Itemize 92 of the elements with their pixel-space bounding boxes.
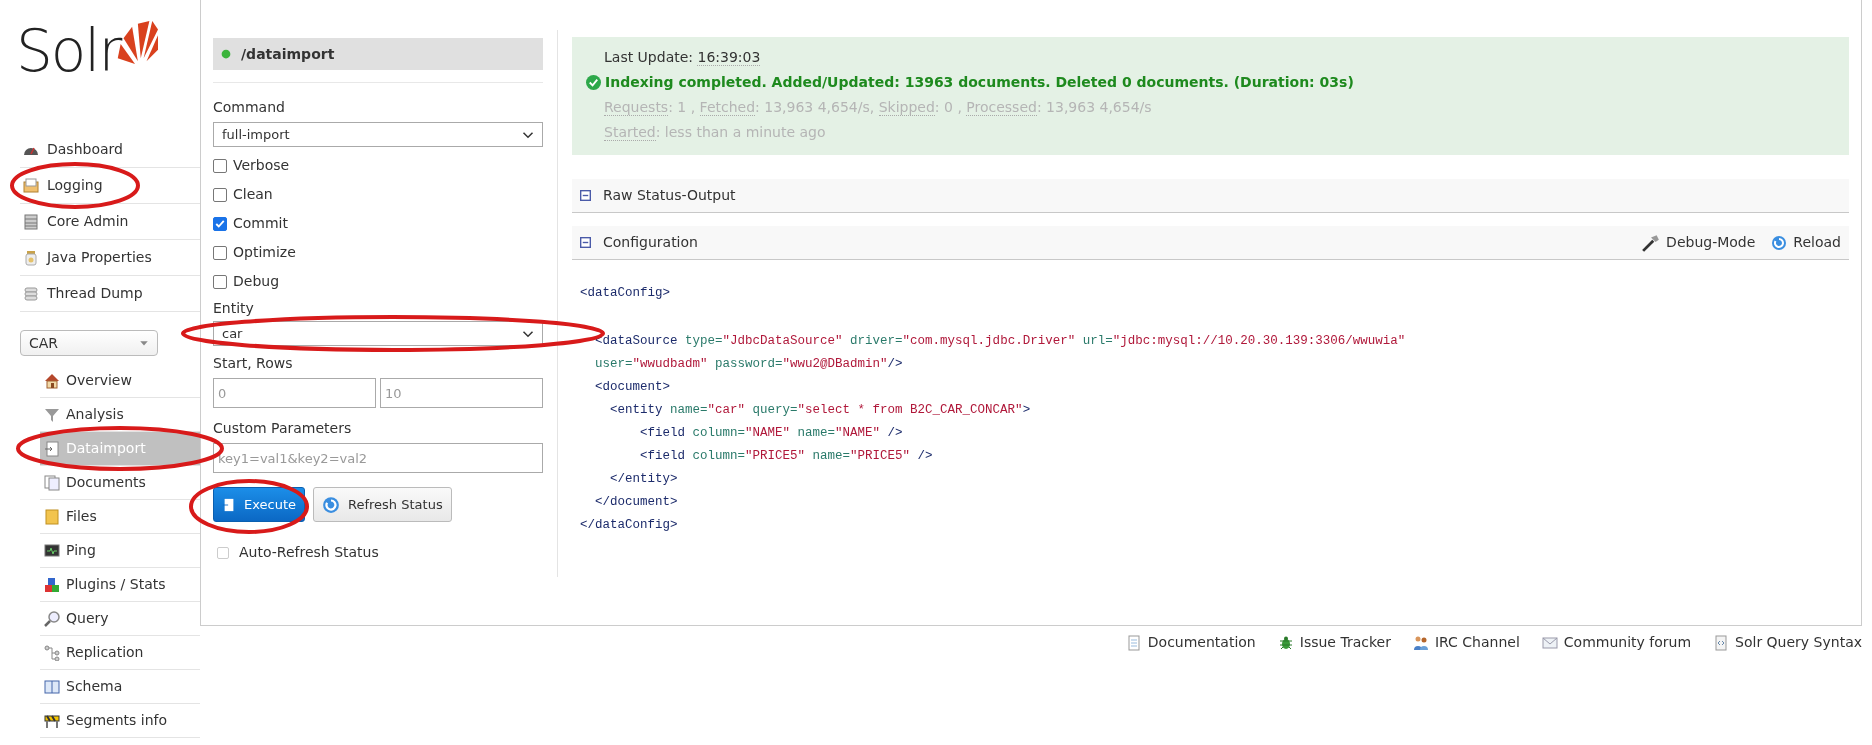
book-icon	[44, 678, 60, 695]
sidebar-item[interactable]: Dashboard	[20, 132, 200, 168]
sidebar-item[interactable]: Core Admin	[20, 204, 200, 240]
footer-link[interactable]: Documentation	[1125, 632, 1256, 653]
core-menu-item[interactable]: Replication	[40, 636, 200, 670]
check-circle-icon	[586, 75, 601, 90]
sidebar-item[interactable]: Thread Dump	[20, 276, 200, 312]
command-select[interactable]: full-import	[213, 122, 543, 147]
custom-parameters-field[interactable]: key1=val1&key2=val2	[213, 443, 543, 473]
code-line: </document>	[594, 494, 679, 511]
checkbox[interactable]	[213, 216, 227, 231]
last-update-text: Last Update: 16:39:03	[603, 48, 762, 68]
status-dot-icon	[221, 49, 231, 59]
core-menu-item[interactable]: Query	[40, 602, 200, 636]
nodes-icon	[44, 644, 60, 661]
core-selector[interactable]: CAR	[20, 330, 158, 356]
logo-text: Solr	[16, 22, 121, 80]
code-line: </dataConfig>	[580, 517, 679, 534]
reload-link[interactable]: Reload	[1771, 232, 1841, 253]
jar-icon	[23, 249, 39, 266]
code-line: <field column="NAME" name="NAME" />	[639, 425, 904, 442]
field-label: Start, Rows	[213, 354, 294, 373]
barrier-icon	[44, 712, 60, 729]
stack-icon	[23, 285, 39, 302]
folder-icon	[44, 508, 60, 525]
code-line: <entity name="car" query="select * from B2C_CAR_CONCAR">	[609, 402, 1032, 419]
checkbox-label: Auto-Refresh Status	[239, 543, 379, 562]
hammer-icon	[1642, 233, 1661, 252]
refresh-icon	[322, 495, 340, 514]
blocks-icon	[44, 576, 60, 593]
code-line: <dataSource type="JdbcDataSource" driver="com.mysql.jdbc.Driver" url="jdbc:mysql://10.20.30.139:3306/wwuwia"	[594, 333, 1407, 350]
collapse-icon	[580, 237, 591, 248]
document-icon	[222, 496, 236, 513]
refresh-button[interactable]: Refresh Status	[313, 487, 452, 522]
rows-field[interactable]: 10	[380, 378, 543, 408]
envelope-icon	[1541, 634, 1558, 651]
field-label: Entity	[213, 299, 255, 318]
server-icon	[23, 213, 39, 230]
code-line: </entity>	[609, 471, 679, 488]
checkbox-label: Clean	[233, 185, 273, 204]
checkbox[interactable]	[217, 546, 229, 559]
collapse-icon	[580, 190, 591, 201]
checkbox[interactable]	[213, 274, 227, 289]
checkbox-label: Commit	[233, 214, 288, 233]
checkbox[interactable]	[213, 245, 227, 260]
bug-icon	[1277, 634, 1294, 651]
refresh-icon	[1771, 234, 1788, 251]
code-document-icon	[1713, 634, 1730, 651]
section-header[interactable]: Raw Status-Output	[572, 179, 1849, 213]
caret-icon	[139, 338, 149, 348]
monitor-icon	[44, 542, 60, 559]
footer-link[interactable]: Community forum	[1541, 632, 1692, 653]
core-menu-item[interactable]: Ping	[40, 534, 200, 568]
section-header[interactable]: Configuration Debug-Mode Reload	[572, 226, 1849, 260]
document-import-icon	[44, 440, 60, 457]
footer-link[interactable]: Issue Tracker	[1277, 632, 1391, 653]
code-line: <dataConfig>	[580, 285, 671, 302]
code-line: user="wwudbadm" password="wwu2@DBadmin"/>	[594, 356, 904, 373]
code-line: <document>	[594, 379, 671, 396]
checkbox-label: Debug	[233, 272, 280, 291]
stats-text: Requests: 1 , Fetched: 13,963 4,654/s, Skipped: 0 , Processed: 13,963 4,654/s	[603, 98, 1153, 118]
code-line: <field column="PRICE5" name="PRICE5" />	[639, 448, 934, 465]
execute-button[interactable]: Execute	[213, 487, 305, 522]
start-field[interactable]: 0	[213, 378, 376, 408]
started-text: Started: less than a minute ago	[603, 123, 827, 143]
document-icon	[1125, 634, 1142, 651]
people-icon	[1412, 634, 1429, 651]
entity-select[interactable]: car	[213, 321, 543, 346]
sidebar-item[interactable]: Logging	[20, 168, 200, 204]
documents-icon	[44, 474, 60, 491]
footer-link[interactable]: IRC Channel	[1412, 632, 1520, 653]
funnel-icon	[44, 406, 60, 423]
inbox-icon	[23, 177, 39, 194]
house-icon	[44, 372, 60, 389]
field-label: Command	[213, 98, 286, 117]
checkbox-label: Verbose	[233, 156, 290, 175]
debug-mode-link[interactable]: Debug-Mode	[1642, 232, 1756, 253]
core-menu-item[interactable]: Documents	[40, 466, 200, 500]
checkbox[interactable]	[213, 187, 227, 202]
core-menu-item[interactable]: Files	[40, 500, 200, 534]
core-menu-item[interactable]: Schema	[40, 670, 200, 704]
sidebar-item[interactable]: Java Properties	[20, 240, 200, 276]
footer-link[interactable]: Solr Query Syntax	[1713, 632, 1862, 653]
field-label: Custom Parameters	[213, 419, 353, 438]
core-menu-item[interactable]: Segments info	[40, 704, 200, 738]
magnifier-icon	[44, 610, 60, 627]
checkbox-label: Optimize	[233, 243, 296, 262]
core-menu-item[interactable]: Overview	[40, 364, 200, 398]
handler-title: /dataimport	[241, 44, 335, 64]
checkbox[interactable]	[213, 158, 227, 173]
core-menu-item[interactable]: Plugins / Stats	[40, 568, 200, 602]
status-message: Indexing completed. Added/Updated: 13963 documents. Deleted 0 documents. (Duration: 03s)	[605, 73, 1354, 92]
